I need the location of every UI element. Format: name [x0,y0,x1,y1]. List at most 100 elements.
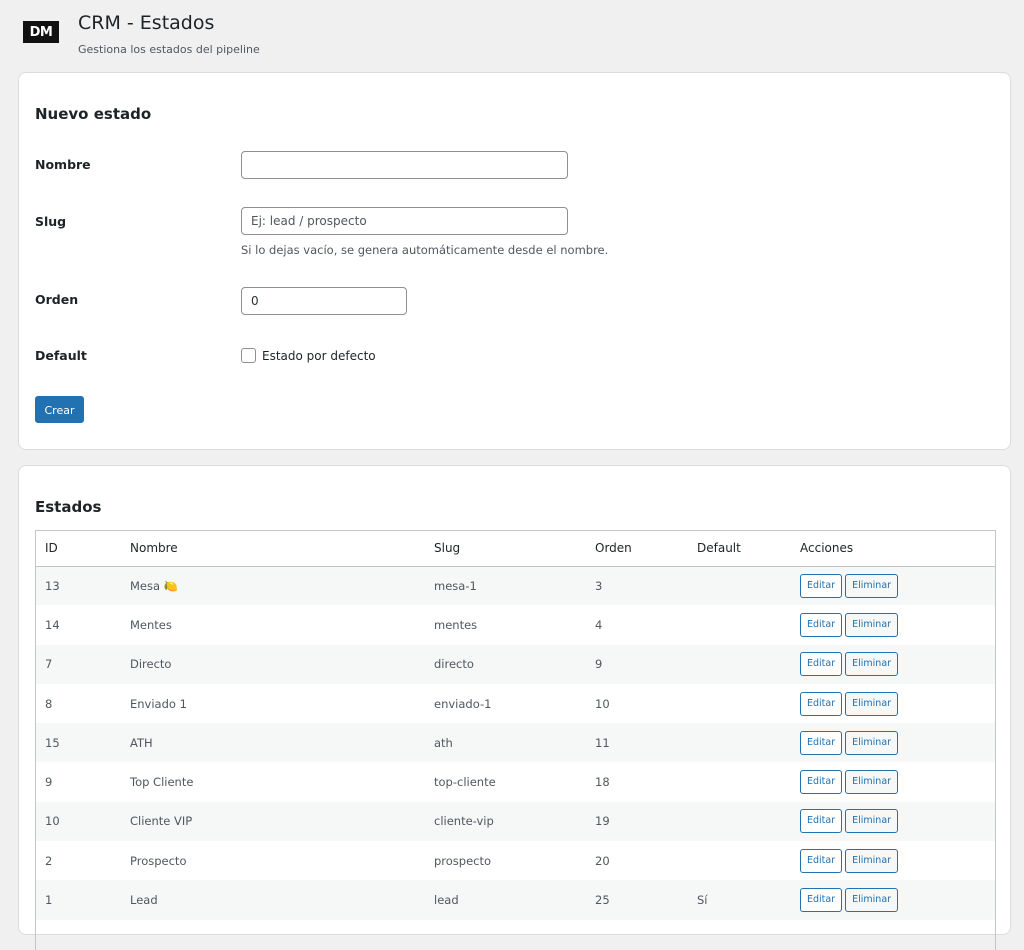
cell-slug: prospecto [425,841,586,881]
nombre-input[interactable] [241,151,568,179]
edit-button[interactable]: Editar [800,730,843,755]
column-header-nombre: Nombre [121,531,425,567]
create-button[interactable]: Crear [35,396,84,423]
cell-nombre: Mesa 🍋 [121,566,425,606]
cell-slug: ath [425,723,586,763]
table-row: 15 ATH ath 11 Editar Eliminar [36,723,995,763]
cell-nombre: Enviado 1 [121,683,425,724]
cell-nombre: Prospecto [121,841,425,881]
slug-hint: Si lo dejas vacío, se genera automáticam… [241,243,609,257]
cell-id: 2 [36,841,121,881]
column-header-id: ID [36,531,121,567]
delete-button[interactable]: Eliminar [845,809,899,834]
table-header-row: ID Nombre Slug Orden Default Acciones [36,531,995,567]
table-row: 1 Lead lead 25 Sí Editar Eliminar [36,880,995,920]
default-label: Default [35,348,87,363]
slug-label: Slug [35,214,67,229]
states-card: Estados ID Nombre Slug Orden Default Acc… [18,465,1011,950]
table-row: 9 Top Cliente top-cliente 18 Editar Eliminar [36,762,995,802]
default-checkbox[interactable] [241,348,256,363]
cell-slug: directo [425,644,586,684]
edit-button[interactable]: Editar [800,652,843,677]
delete-button[interactable]: Eliminar [845,888,899,913]
cell-orden: 11 [586,723,688,763]
cell-nombre: Top Cliente [121,762,425,802]
table-row: 13 Mesa 🍋 mesa-1 3 Editar Eliminar [36,566,995,606]
default-checkbox-label[interactable]: Estado por defecto [262,349,376,363]
cell-default [688,723,791,763]
cell-nombre: Directo [121,644,425,684]
edit-button[interactable]: Editar [800,691,843,716]
table-row: 8 Enviado 1 enviado-1 10 Editar Eliminar [36,683,995,724]
cell-acciones: Editar Eliminar [791,644,995,684]
column-header-acciones: Acciones [791,531,995,567]
slug-input[interactable] [241,207,568,235]
cell-default [688,644,791,684]
cell-nombre: Lead [121,880,425,920]
cell-id: 1 [36,880,121,920]
cell-orden: 19 [586,801,688,842]
cell-default: Sí [688,880,791,920]
cell-acciones: Editar Eliminar [791,566,995,606]
edit-button[interactable]: Editar [800,888,843,913]
orden-input[interactable] [241,287,407,315]
states-table: ID Nombre Slug Orden Default Acciones 1 3… [36,531,995,920]
cell-orden: 10 [586,683,688,724]
cell-default [688,605,791,645]
cell-acciones: Editar Eliminar [791,723,995,763]
delete-button[interactable]: Eliminar [845,730,899,755]
cell-default [688,841,791,881]
form-title: Nuevo estado [35,105,152,123]
cell-slug: mesa-1 [425,566,586,606]
cell-orden: 18 [586,762,688,802]
cell-slug: cliente-vip [425,801,586,842]
page-subtitle: Gestiona los estados del pipeline [78,43,260,56]
cell-nombre: Cliente VIP [121,801,425,842]
delete-button[interactable]: Eliminar [845,848,899,873]
cell-slug: mentes [425,605,586,645]
edit-button[interactable]: Editar [800,848,843,873]
cell-slug: lead [425,880,586,920]
delete-button[interactable]: Eliminar [845,652,899,677]
page-title: CRM - Estados [78,12,215,34]
cell-acciones: Editar Eliminar [791,841,995,881]
cell-default [688,801,791,842]
cell-default [688,683,791,724]
edit-button[interactable]: Editar [800,612,843,637]
states-table-wrapper: ID Nombre Slug Orden Default Acciones 1 3… [35,530,996,950]
cell-default [688,566,791,606]
delete-button[interactable]: Eliminar [845,770,899,795]
cell-acciones: Editar Eliminar [791,762,995,802]
delete-button[interactable]: Eliminar [845,691,899,716]
cell-orden: 20 [586,841,688,881]
cell-orden: 9 [586,644,688,684]
cell-orden: 3 [586,566,688,606]
orden-label: Orden [35,292,79,307]
cell-slug: top-cliente [425,762,586,802]
edit-button[interactable]: Editar [800,809,843,834]
cell-nombre: Mentes [121,605,425,645]
cell-orden: 25 [586,880,688,920]
cell-acciones: Editar Eliminar [791,801,995,842]
cell-default [688,762,791,802]
cell-acciones: Editar Eliminar [791,683,995,724]
cell-id: 10 [36,801,121,842]
table-row: 10 Cliente VIP cliente-vip 19 Editar Eliminar [36,801,995,842]
column-header-default: Default [688,531,791,567]
cell-acciones: Editar Eliminar [791,605,995,645]
nombre-label: Nombre [35,157,91,172]
cell-id: 8 [36,683,121,724]
table-row: 14 Mentes mentes 4 Editar Eliminar [36,605,995,645]
edit-button[interactable]: Editar [800,770,843,795]
delete-button[interactable]: Eliminar [845,573,899,598]
cell-slug: enviado-1 [425,683,586,724]
new-state-card: Nuevo estado Nombre Slug Si lo dejas vac… [18,72,1011,450]
delete-button[interactable]: Eliminar [845,612,899,637]
edit-button[interactable]: Editar [800,573,843,598]
cell-nombre: ATH [121,723,425,763]
brand-logo: DM [23,21,59,43]
cell-id: 14 [36,605,121,645]
column-header-slug: Slug [425,531,586,567]
cell-orden: 4 [586,605,688,645]
cell-id: 9 [36,762,121,802]
